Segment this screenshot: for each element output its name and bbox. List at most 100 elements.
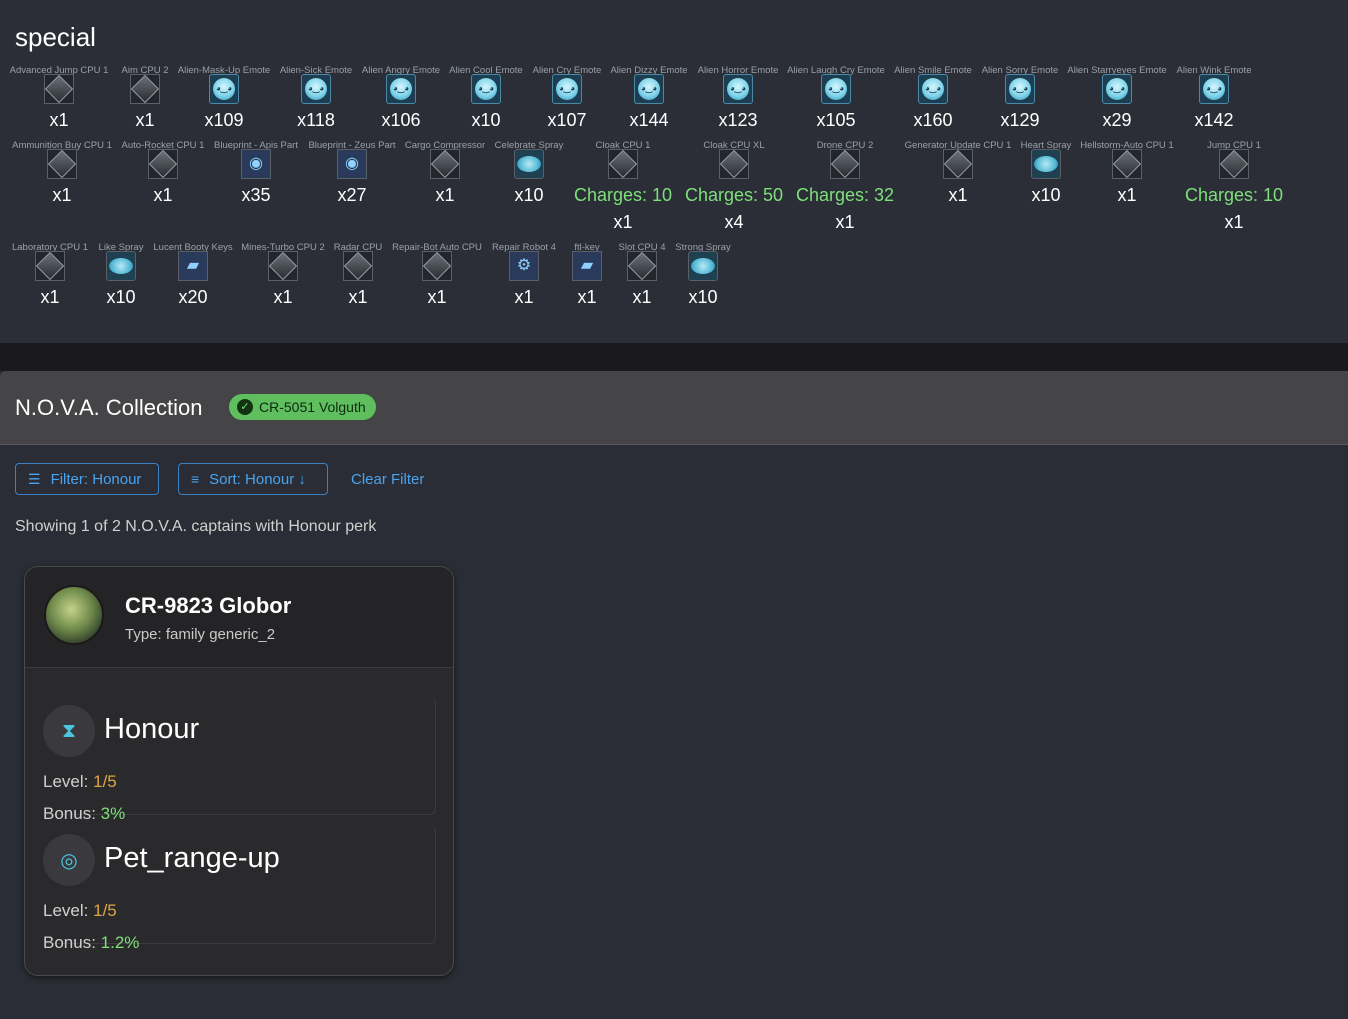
cpu-icon[interactable]	[343, 251, 373, 281]
perk-level-value: 1/5	[93, 901, 117, 920]
alien-emote-icon[interactable]: ◕‿◕	[634, 74, 664, 104]
item-count: x10	[1031, 185, 1061, 205]
alien-emote-icon[interactable]: ◕‿◕	[471, 74, 501, 104]
key-icon[interactable]: ▰	[178, 251, 208, 281]
perk-name: Pet_range-up	[104, 842, 280, 874]
cpu-icon[interactable]	[608, 149, 638, 179]
pet-range-icon: ◎	[43, 834, 95, 886]
item-count: x1	[577, 287, 597, 307]
robot-icon[interactable]: ⚙	[509, 251, 539, 281]
alien-emote-icon[interactable]: ◕‿◕	[1199, 74, 1229, 104]
filter-button[interactable]: ☰ Filter: Honour	[15, 463, 159, 495]
cpu-icon[interactable]	[44, 74, 74, 104]
alien-emote-icon[interactable]: ◕‿◕	[209, 74, 239, 104]
item-count: x1	[1224, 212, 1244, 232]
captain-card[interactable]: CR-9823 Globor Type: family generic_2 ⧗ …	[24, 566, 454, 976]
cpu-icon[interactable]	[422, 251, 452, 281]
clear-filter-button[interactable]: Clear Filter	[351, 471, 424, 488]
spray-icon[interactable]	[688, 251, 718, 281]
item-count: x29	[1102, 110, 1132, 130]
active-captain-label: CR-5051 Volguth	[259, 399, 366, 415]
item-count: x118	[297, 110, 335, 130]
item-count: x1	[49, 110, 69, 130]
sort-button[interactable]: ≡ Sort: Honour ↓	[178, 463, 328, 495]
results-summary: Showing 1 of 2 N.O.V.A. captains with Ho…	[15, 518, 377, 535]
cpu-icon[interactable]	[1219, 149, 1249, 179]
active-captain-chip[interactable]: ✓ CR-5051 Volguth	[229, 394, 376, 420]
item-count: x109	[204, 110, 244, 130]
cpu-icon[interactable]	[268, 251, 298, 281]
item-count: x1	[40, 287, 60, 307]
blueprint-icon[interactable]: ◉	[337, 149, 367, 179]
cpu-icon[interactable]	[627, 251, 657, 281]
spray-icon[interactable]	[106, 251, 136, 281]
item-charges: Charges: 50	[684, 185, 784, 205]
item-count: x142	[1194, 110, 1234, 130]
item-count: x1	[435, 185, 455, 205]
alien-emote-icon[interactable]: ◕‿◕	[918, 74, 948, 104]
item-count: x4	[724, 212, 744, 232]
item-count: x1	[427, 287, 447, 307]
cpu-icon[interactable]	[130, 74, 160, 104]
blueprint-icon[interactable]: ◉	[241, 149, 271, 179]
item-count: x1	[835, 212, 855, 232]
item-count: x1	[135, 110, 155, 130]
alien-emote-icon[interactable]: ◕‿◕	[552, 74, 582, 104]
perk-bonus: Bonus: 3%	[43, 804, 125, 824]
item-count: x35	[241, 185, 271, 205]
item-count: x1	[273, 287, 293, 307]
filter-button-label: Filter: Honour	[50, 470, 142, 488]
item-count: x144	[629, 110, 669, 130]
cpu-icon[interactable]	[830, 149, 860, 179]
sort-icon: ≡	[191, 471, 200, 487]
item-count: x20	[178, 287, 208, 307]
item-charges: Charges: 10	[1184, 185, 1284, 205]
key-icon[interactable]: ▰	[572, 251, 602, 281]
perk-bonus-value: 1.2%	[100, 933, 140, 952]
item-charges: Charges: 10	[573, 185, 673, 205]
item-count: x10	[688, 287, 718, 307]
alien-emote-icon[interactable]: ◕‿◕	[386, 74, 416, 104]
perk-name: Honour	[104, 713, 200, 745]
alien-emote-icon[interactable]: ◕‿◕	[821, 74, 851, 104]
sort-button-label: Sort: Honour ↓	[209, 470, 306, 488]
section-divider	[0, 343, 1348, 371]
cpu-icon[interactable]	[148, 149, 178, 179]
perk-pet-range-up: ◎ Pet_range-up Level: 1/5 Bonus: 1.2%	[43, 826, 436, 952]
item-count: x107	[547, 110, 587, 130]
perk-level: Level: 1/5	[43, 772, 117, 792]
cpu-icon[interactable]	[35, 251, 65, 281]
perk-honour: ⧗ Honour Level: 1/5 Bonus: 3%	[43, 697, 436, 823]
item-count: x1	[613, 212, 633, 232]
item-count: x10	[514, 185, 544, 205]
spray-icon[interactable]	[514, 149, 544, 179]
item-count: x123	[718, 110, 758, 130]
cpu-icon[interactable]	[1112, 149, 1142, 179]
item-count: x1	[632, 287, 652, 307]
cpu-icon[interactable]	[430, 149, 460, 179]
check-circle-icon: ✓	[237, 399, 253, 415]
filter-icon: ☰	[28, 470, 41, 487]
alien-emote-icon[interactable]: ◕‿◕	[1005, 74, 1035, 104]
item-count: x1	[153, 185, 173, 205]
cpu-icon[interactable]	[719, 149, 749, 179]
item-count: x1	[948, 185, 968, 205]
item-count: x1	[1117, 185, 1137, 205]
cpu-icon[interactable]	[47, 149, 77, 179]
perk-bonus-label: Bonus:	[43, 804, 96, 823]
alien-emote-icon[interactable]: ◕‿◕	[723, 74, 753, 104]
captain-avatar	[44, 585, 104, 645]
perk-level-label: Level:	[43, 901, 89, 920]
alien-emote-icon[interactable]: ◕‿◕	[301, 74, 331, 104]
perk-bonus-value: 3%	[100, 804, 126, 823]
item-count: x105	[816, 110, 856, 130]
captain-name: CR-9823 Globor	[125, 593, 292, 618]
spray-icon[interactable]	[1031, 149, 1061, 179]
item-count: x106	[381, 110, 421, 130]
perk-level-value: 1/5	[93, 772, 117, 791]
item-count: x10	[106, 287, 136, 307]
cpu-icon[interactable]	[943, 149, 973, 179]
perk-bonus: Bonus: 1.2%	[43, 933, 139, 953]
item-count: x27	[337, 185, 367, 205]
alien-emote-icon[interactable]: ◕‿◕	[1102, 74, 1132, 104]
